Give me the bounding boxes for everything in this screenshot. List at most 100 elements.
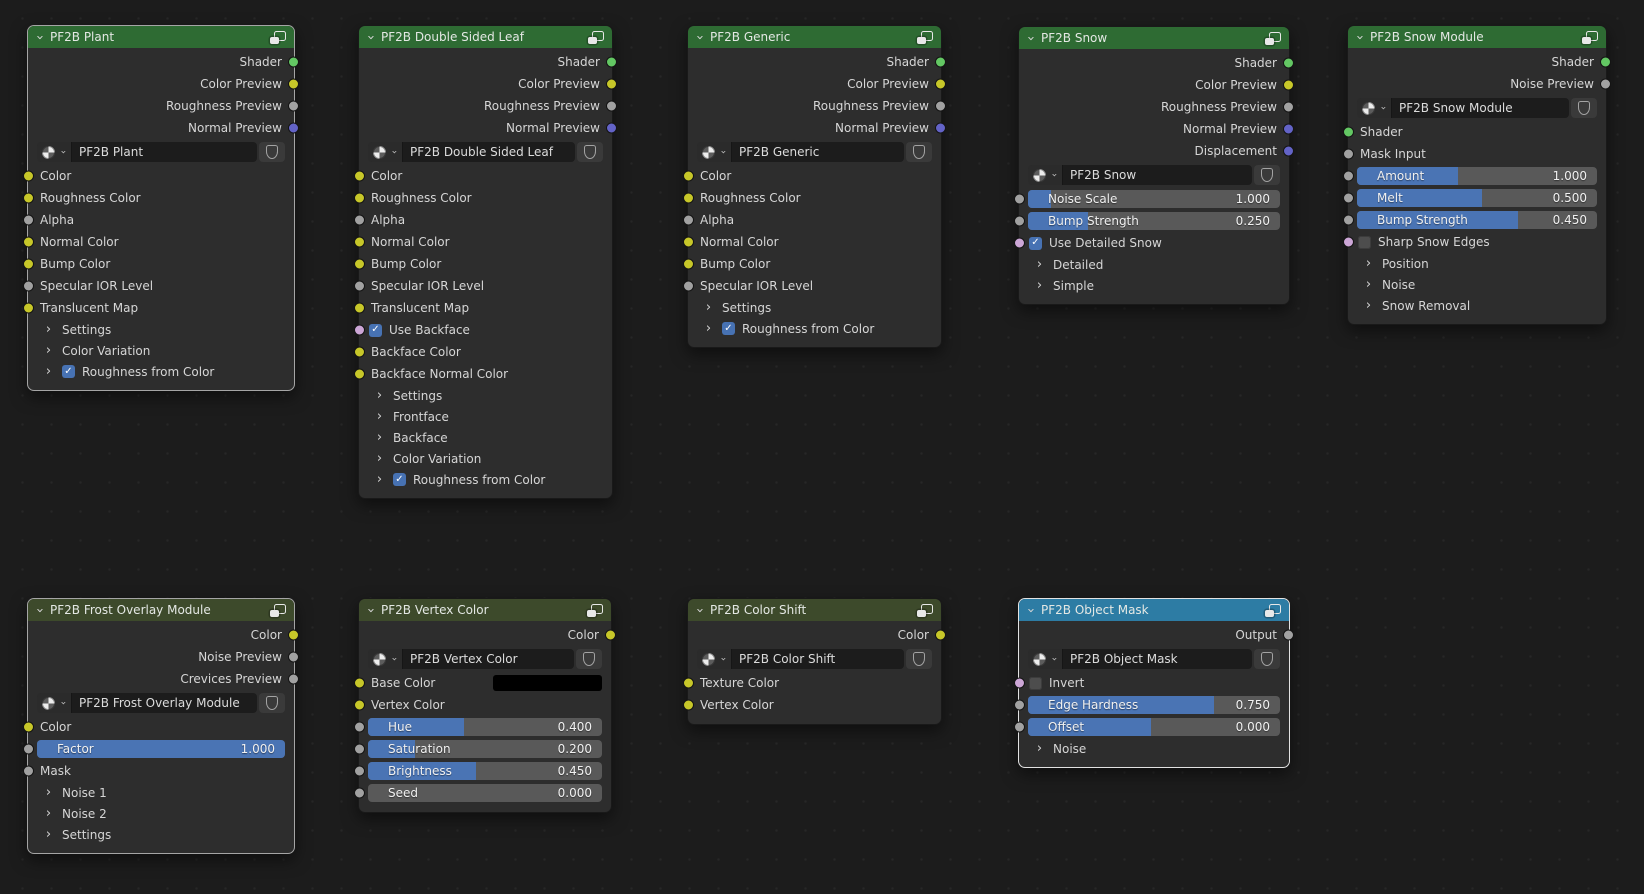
value-socket[interactable] — [1343, 192, 1354, 204]
panel-row-color-variation[interactable]: › Color Variation — [359, 448, 612, 469]
collapse-chevron-icon[interactable]: › — [32, 33, 47, 42]
brightness-slider[interactable]: Brightness 0.450 — [368, 762, 602, 780]
collapse-chevron-icon[interactable]: › — [32, 606, 47, 615]
node-pf2b-object-mask[interactable]: › PF2B Object Mask Output › PF2B Object Mask… — [1014, 598, 1294, 768]
value-socket[interactable] — [354, 214, 365, 226]
nodetree-name-field[interactable]: PF2B Object Mask — [1063, 649, 1252, 669]
fake-user-button[interactable] — [577, 142, 603, 162]
value-socket[interactable] — [606, 100, 617, 112]
invert-checkbox[interactable] — [1029, 676, 1042, 690]
bump-strength-slider[interactable]: Bump Strength 0.250 — [1028, 212, 1280, 230]
fake-user-button[interactable] — [576, 649, 602, 669]
roughness-from-color-checkbox[interactable]: ✓ — [393, 473, 406, 486]
factor-slider[interactable]: Factor 1.000 — [37, 740, 285, 758]
color-socket[interactable] — [606, 78, 617, 90]
panel-row-roughness-from-color[interactable]: › ✓ Roughness from Color — [359, 469, 612, 490]
use-detailed-snow-checkbox[interactable]: ✓ — [1029, 236, 1042, 250]
color-socket[interactable] — [23, 258, 34, 270]
fake-user-button[interactable] — [1254, 165, 1280, 185]
color-socket[interactable] — [683, 699, 694, 711]
collapse-chevron-icon[interactable]: › — [363, 606, 378, 615]
offset-slider[interactable]: Offset 0.000 — [1028, 718, 1280, 736]
color-socket[interactable] — [354, 368, 365, 380]
color-socket[interactable] — [605, 629, 616, 641]
color-socket[interactable] — [23, 721, 34, 733]
panel-row-roughness-from-color[interactable]: › ✓ Roughness from Color — [28, 361, 294, 382]
panel-row-noise[interactable]: › Noise — [1348, 274, 1606, 295]
nodetree-name-field[interactable]: PF2B Double Sided Leaf — [403, 142, 575, 162]
nodetree-name-field[interactable]: PF2B Vertex Color — [403, 649, 574, 669]
collapse-chevron-icon[interactable]: › — [692, 33, 707, 42]
value-socket[interactable] — [23, 743, 34, 755]
node-pf2b-frost-overlay-module[interactable]: › PF2B Frost Overlay Module Color Noise Pre… — [23, 598, 299, 854]
collapse-chevron-icon[interactable]: › — [363, 33, 378, 42]
seed-slider[interactable]: Seed 0.000 — [368, 784, 602, 802]
edge-hardness-slider[interactable]: Edge Hardness 0.750 — [1028, 696, 1280, 714]
panel-row-backface[interactable]: › Backface — [359, 427, 612, 448]
panel-row-noise-2[interactable]: › Noise 2 — [28, 803, 294, 824]
panel-row-position[interactable]: › Position — [1348, 253, 1606, 274]
value-socket[interactable] — [354, 280, 365, 292]
melt-slider[interactable]: Melt 0.500 — [1357, 189, 1597, 207]
shader-socket[interactable] — [1283, 57, 1294, 69]
saturation-slider[interactable]: Saturation 0.200 — [368, 740, 602, 758]
fake-user-button[interactable] — [906, 649, 932, 669]
value-socket[interactable] — [23, 214, 34, 226]
value-socket[interactable] — [1600, 78, 1611, 90]
boolean-socket[interactable] — [1014, 237, 1025, 249]
color-socket[interactable] — [354, 258, 365, 270]
color-socket[interactable] — [23, 192, 34, 204]
browse-nodetree-button[interactable]: › — [1028, 649, 1063, 669]
sharp-snow-edges-checkbox[interactable] — [1358, 235, 1371, 249]
vector-socket[interactable] — [1283, 145, 1294, 157]
panel-row-noise[interactable]: › Noise — [1019, 738, 1289, 759]
node-header[interactable]: › PF2B Frost Overlay Module — [28, 599, 294, 621]
nodetree-name-field[interactable]: PF2B Frost Overlay Module — [72, 693, 257, 713]
node-header[interactable]: › PF2B Generic — [688, 26, 941, 48]
fake-user-button[interactable] — [1254, 649, 1280, 669]
value-socket[interactable] — [935, 100, 946, 112]
panel-row-settings[interactable]: › Settings — [28, 319, 294, 340]
color-socket[interactable] — [354, 346, 365, 358]
color-socket[interactable] — [288, 629, 299, 641]
roughness-from-color-checkbox[interactable]: ✓ — [62, 365, 75, 378]
color-socket[interactable] — [23, 302, 34, 314]
nodetree-name-field[interactable]: PF2B Snow — [1063, 165, 1252, 185]
color-socket[interactable] — [354, 302, 365, 314]
amount-slider[interactable]: Amount 1.000 — [1357, 167, 1597, 185]
fake-user-button[interactable] — [259, 142, 285, 162]
vector-socket[interactable] — [935, 122, 946, 134]
browse-nodetree-button[interactable]: › — [697, 142, 732, 162]
color-socket[interactable] — [683, 677, 694, 689]
value-socket[interactable] — [1343, 148, 1354, 160]
fake-user-button[interactable] — [906, 142, 932, 162]
panel-row-color-variation[interactable]: › Color Variation — [28, 340, 294, 361]
node-header[interactable]: › PF2B Snow — [1019, 27, 1289, 49]
collapse-chevron-icon[interactable]: › — [1352, 33, 1367, 42]
shader-socket[interactable] — [1343, 126, 1354, 138]
panel-row-frontface[interactable]: › Frontface — [359, 406, 612, 427]
node-pf2b-plant[interactable]: › PF2B Plant Shader Color Preview Roughness … — [23, 25, 299, 391]
nodetree-name-field[interactable]: PF2B Snow Module — [1392, 98, 1569, 118]
panel-row-settings[interactable]: › Settings — [688, 297, 941, 318]
panel-row-settings[interactable]: › Settings — [28, 824, 294, 845]
color-socket[interactable] — [354, 236, 365, 248]
color-socket[interactable] — [1283, 79, 1294, 91]
browse-nodetree-button[interactable]: › — [697, 649, 732, 669]
value-socket[interactable] — [683, 214, 694, 226]
panel-row-snow-removal[interactable]: › Snow Removal — [1348, 295, 1606, 316]
node-editor[interactable]: › PF2B Plant Shader Color Preview Roughness … — [0, 0, 1644, 894]
browse-nodetree-button[interactable]: › — [37, 693, 72, 713]
value-socket[interactable] — [1343, 214, 1354, 226]
panel-row-simple[interactable]: › Simple — [1019, 275, 1289, 296]
value-socket[interactable] — [1014, 721, 1025, 733]
node-pf2b-snow-module[interactable]: › PF2B Snow Module Shader Noise Preview › PF2… — [1343, 25, 1611, 325]
color-socket[interactable] — [935, 78, 946, 90]
fake-user-button[interactable] — [259, 693, 285, 713]
boolean-socket[interactable] — [1343, 236, 1354, 248]
node-pf2b-vertex-color[interactable]: › PF2B Vertex Color Color › PF2B Vertex Colo… — [354, 598, 616, 813]
node-pf2b-snow[interactable]: › PF2B Snow Shader Color Preview Roughness P… — [1014, 26, 1294, 305]
value-socket[interactable] — [1283, 629, 1294, 641]
fake-user-button[interactable] — [1571, 98, 1597, 118]
browse-nodetree-button[interactable]: › — [368, 649, 403, 669]
